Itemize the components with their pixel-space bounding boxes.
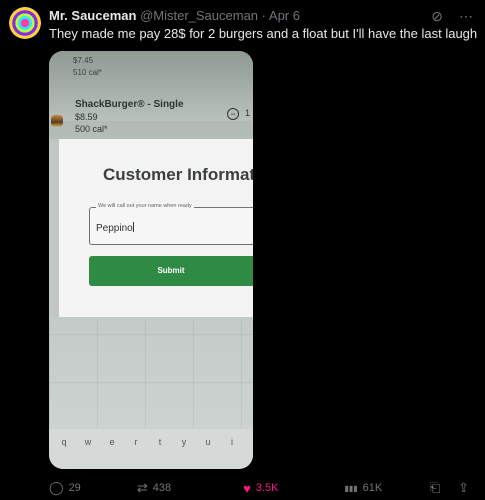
name-field-value: Peppino bbox=[96, 222, 134, 234]
repost-button[interactable]: ⇄ 438 bbox=[137, 480, 171, 496]
name-field-label: We will call out your name when ready bbox=[96, 203, 194, 209]
author-name[interactable]: Mr. Sauceman bbox=[49, 8, 136, 23]
tweet-date[interactable]: Apr 6 bbox=[269, 8, 300, 23]
keyboard-row: q w e r t y u i bbox=[49, 429, 253, 469]
key: e bbox=[109, 437, 115, 447]
menu-item-shackburger: ShackBurger® - Single $8.59 500 cal* bbox=[75, 99, 184, 135]
author-handle[interactable]: @Mister_Sauceman bbox=[140, 8, 258, 23]
like-button[interactable]: ♥ 3.5K bbox=[243, 481, 278, 496]
top-icons: ⊘ ⋯ bbox=[431, 8, 473, 25]
key: q bbox=[61, 437, 67, 447]
key: w bbox=[84, 437, 92, 447]
item-price: $7.45 bbox=[73, 56, 94, 65]
key: y bbox=[181, 437, 187, 447]
burger-thumbnail-icon bbox=[51, 115, 63, 127]
name-field: We will call out your name when ready Pe… bbox=[89, 203, 253, 245]
views-button[interactable]: ▮▮▮ 61K bbox=[344, 482, 382, 494]
more-icon[interactable]: ⋯ bbox=[459, 8, 473, 25]
item-quantity: 1 bbox=[245, 108, 251, 118]
modal-edge bbox=[49, 139, 59, 317]
menu-item-previous: $7.45 510 cal* bbox=[73, 55, 102, 79]
right-actions: ⎗ ⇪ bbox=[430, 480, 469, 496]
item-calories: 500 cal* bbox=[75, 124, 108, 134]
key: r bbox=[134, 437, 138, 447]
tweet-photo[interactable]: $7.45 510 cal* ShackBurger® - Single $8.… bbox=[49, 51, 253, 469]
reply-icon: ◯ bbox=[49, 480, 64, 495]
key: i bbox=[231, 437, 233, 447]
decrement-icon: − bbox=[227, 108, 239, 120]
avatar[interactable] bbox=[9, 7, 41, 39]
tweet-text: They made me pay 28$ for 2 burgers and a… bbox=[49, 26, 478, 41]
like-icon: ♥ bbox=[243, 480, 251, 496]
item-calories: 510 cal* bbox=[73, 68, 102, 77]
tweet-actions: ◯ 29 ⇄ 438 ♥ 3.5K ▮▮▮ 61K ⎗ ⇪ bbox=[49, 480, 469, 496]
submit-button: Submit bbox=[89, 256, 253, 286]
view-count: 61K bbox=[362, 482, 383, 494]
item-price: $8.59 bbox=[75, 112, 98, 122]
share-icon[interactable]: ⇪ bbox=[458, 480, 469, 496]
item-title: ShackBurger® - Single bbox=[75, 99, 184, 110]
customer-info-modal: Customer Informati We will call out your… bbox=[59, 139, 253, 317]
photo-background bbox=[49, 321, 253, 431]
views-icon: ▮▮▮ bbox=[344, 483, 358, 493]
reply-count: 29 bbox=[68, 482, 81, 494]
key: u bbox=[205, 437, 211, 447]
grok-icon[interactable]: ⊘ bbox=[431, 8, 443, 25]
tweet-header: Mr. Sauceman @Mister_Sauceman · Apr 6 bbox=[49, 8, 300, 23]
modal-title: Customer Informati bbox=[103, 165, 253, 184]
bookmark-icon[interactable]: ⎗ bbox=[430, 480, 440, 496]
separator: · bbox=[261, 8, 266, 23]
reply-button[interactable]: ◯ 29 bbox=[49, 480, 81, 496]
repost-count: 438 bbox=[152, 482, 172, 494]
like-count: 3.5K bbox=[255, 482, 279, 494]
repost-icon: ⇄ bbox=[136, 480, 148, 495]
key: t bbox=[158, 437, 162, 447]
